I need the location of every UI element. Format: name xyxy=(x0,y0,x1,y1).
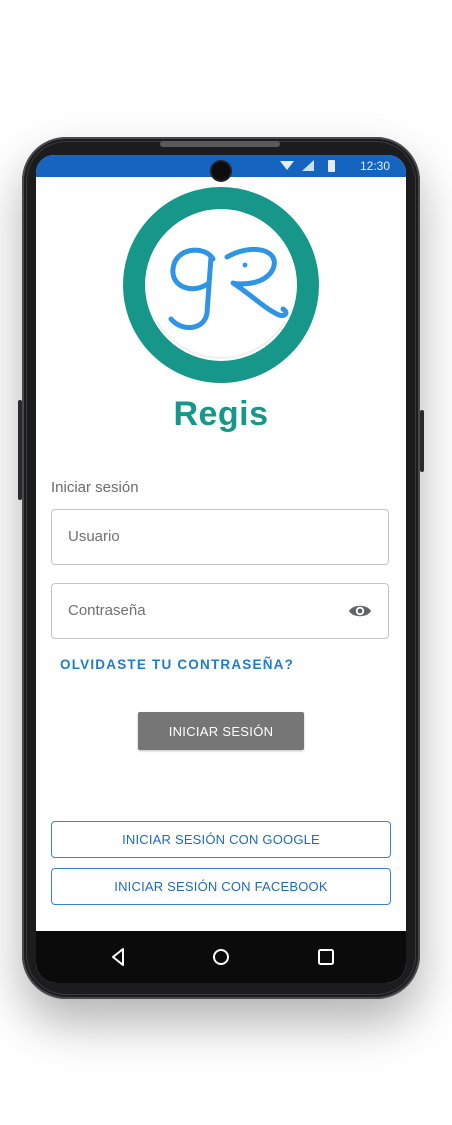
status-time: 12:30 xyxy=(359,159,390,173)
recents-icon[interactable] xyxy=(314,945,338,969)
password-field[interactable]: Contraseña xyxy=(51,583,389,639)
phone-side-button-right xyxy=(420,410,424,472)
login-button[interactable]: INICIAR SESIÓN xyxy=(138,712,304,750)
app-screen: 12:30 Regis Iniciar sesión Usuario Contr… xyxy=(36,155,406,983)
password-placeholder: Contraseña xyxy=(68,602,146,619)
forgot-password-link[interactable]: OLVIDASTE TU CONTRASEÑA? xyxy=(60,657,294,672)
eye-icon[interactable] xyxy=(348,601,372,621)
status-icons xyxy=(280,160,335,172)
phone-side-button-left xyxy=(18,400,22,500)
phone-speaker xyxy=(160,141,280,147)
back-icon[interactable] xyxy=(106,945,130,969)
username-placeholder: Usuario xyxy=(68,528,120,545)
signal-icon xyxy=(302,160,314,171)
app-brand-title: Regis xyxy=(173,395,269,433)
wifi-icon xyxy=(280,161,294,170)
google-login-button[interactable]: INICIAR SESIÓN CON GOOGLE xyxy=(51,821,391,858)
facebook-login-button[interactable]: INICIAR SESIÓN CON FACEBOOK xyxy=(51,868,391,905)
front-camera xyxy=(212,162,230,180)
android-nav-bar xyxy=(36,931,406,983)
logo-dot xyxy=(242,262,248,268)
battery-icon xyxy=(328,160,335,172)
home-icon[interactable] xyxy=(209,945,233,969)
username-field[interactable]: Usuario xyxy=(51,509,389,565)
regis-logo xyxy=(123,187,319,383)
login-section-label: Iniciar sesión xyxy=(51,479,139,496)
